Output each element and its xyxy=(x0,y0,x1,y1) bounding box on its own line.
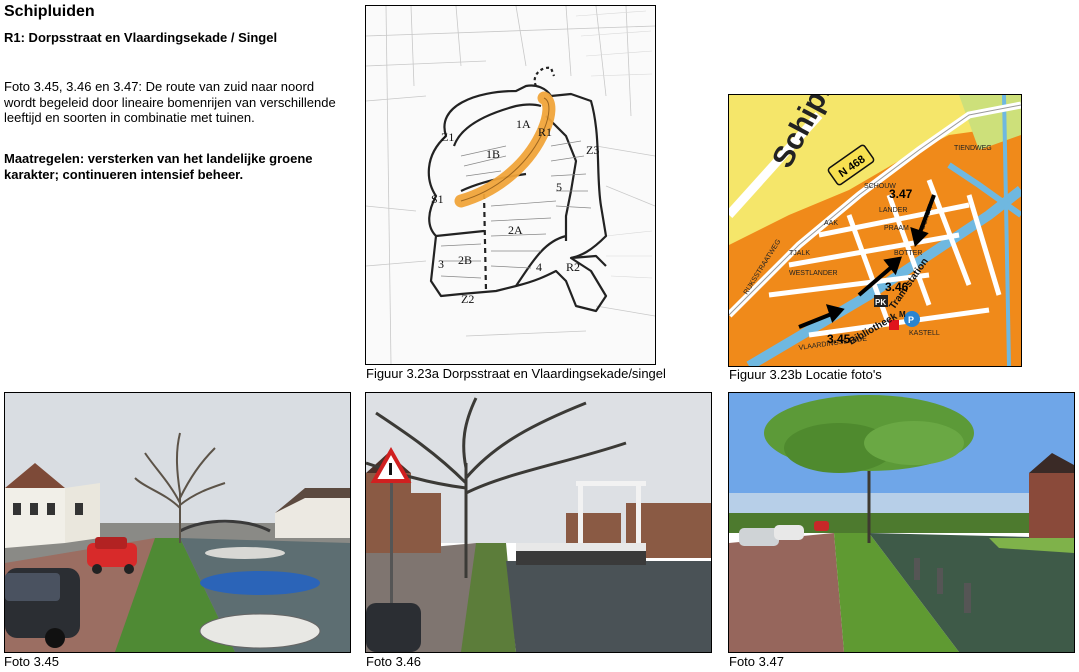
street-label: LANDER xyxy=(879,207,907,214)
photo-marker-3-45: 3.45 xyxy=(827,332,851,346)
zone-label-z2: Z2 xyxy=(461,292,474,306)
zone-label-z1: Z1 xyxy=(441,130,454,144)
photo-marker-3-46: 3.46 xyxy=(885,280,909,294)
zone-label-4: 4 xyxy=(536,260,542,274)
figure-3-23a-sketch-map: R1 1A 1B 2A 2B 4 3 5 Z1 Z2 Z3 S1 R2 xyxy=(365,5,656,365)
page-title: Schipluiden xyxy=(4,3,95,20)
figure-3-23b-location-map: N 468 Schipluiden RIJKSSTRAATWEG WESTLAN… xyxy=(728,94,1022,367)
poi-label-m: M xyxy=(899,310,906,319)
zone-label-2a: 2A xyxy=(508,223,523,237)
description-paragraph: Foto 3.45, 3.46 en 3.47: De route van zu… xyxy=(4,79,336,125)
zone-label-r2: R2 xyxy=(566,260,580,274)
photo-3-47-caption: Foto 3.47 xyxy=(729,654,784,669)
zone-label-s1: S1 xyxy=(431,192,444,206)
photo-3-45-caption: Foto 3.45 xyxy=(4,654,59,669)
figure-3-23b-caption: Figuur 3.23b Locatie foto's xyxy=(729,367,882,382)
street-label: WESTLANDER xyxy=(789,270,838,277)
poi-label-p: P xyxy=(908,315,914,325)
zone-label-1b: 1B xyxy=(486,147,500,161)
photo-3-47 xyxy=(728,392,1075,653)
street-label: TIENDWEG xyxy=(954,145,992,152)
zone-label-2b: 2B xyxy=(458,253,472,267)
zone-label-5: 5 xyxy=(556,180,562,194)
poi-label-parking: PK xyxy=(875,298,886,307)
measures-paragraph: Maatregelen: versterken van het landelij… xyxy=(4,151,313,182)
photo-3-46 xyxy=(365,392,712,653)
street-label: AAK xyxy=(824,220,838,227)
zone-label-r1: R1 xyxy=(538,125,552,139)
zone-label-1a: 1A xyxy=(516,117,531,131)
street-label: BOTTER xyxy=(894,250,922,257)
photo-3-45 xyxy=(4,392,351,653)
section-subtitle: R1: Dorpsstraat en Vlaardingsekade / Sin… xyxy=(4,30,278,45)
photo-marker-3-47: 3.47 xyxy=(889,187,913,201)
street-label: PRAAM xyxy=(884,225,909,232)
photo-3-46-caption: Foto 3.46 xyxy=(366,654,421,669)
street-label: KASTELL xyxy=(909,330,940,337)
street-label: TJALK xyxy=(789,250,810,257)
zone-label-z3: Z3 xyxy=(586,143,599,157)
figure-3-23a-caption: Figuur 3.23a Dorpsstraat en Vlaardingsek… xyxy=(366,366,666,381)
zone-label-3: 3 xyxy=(438,257,444,271)
